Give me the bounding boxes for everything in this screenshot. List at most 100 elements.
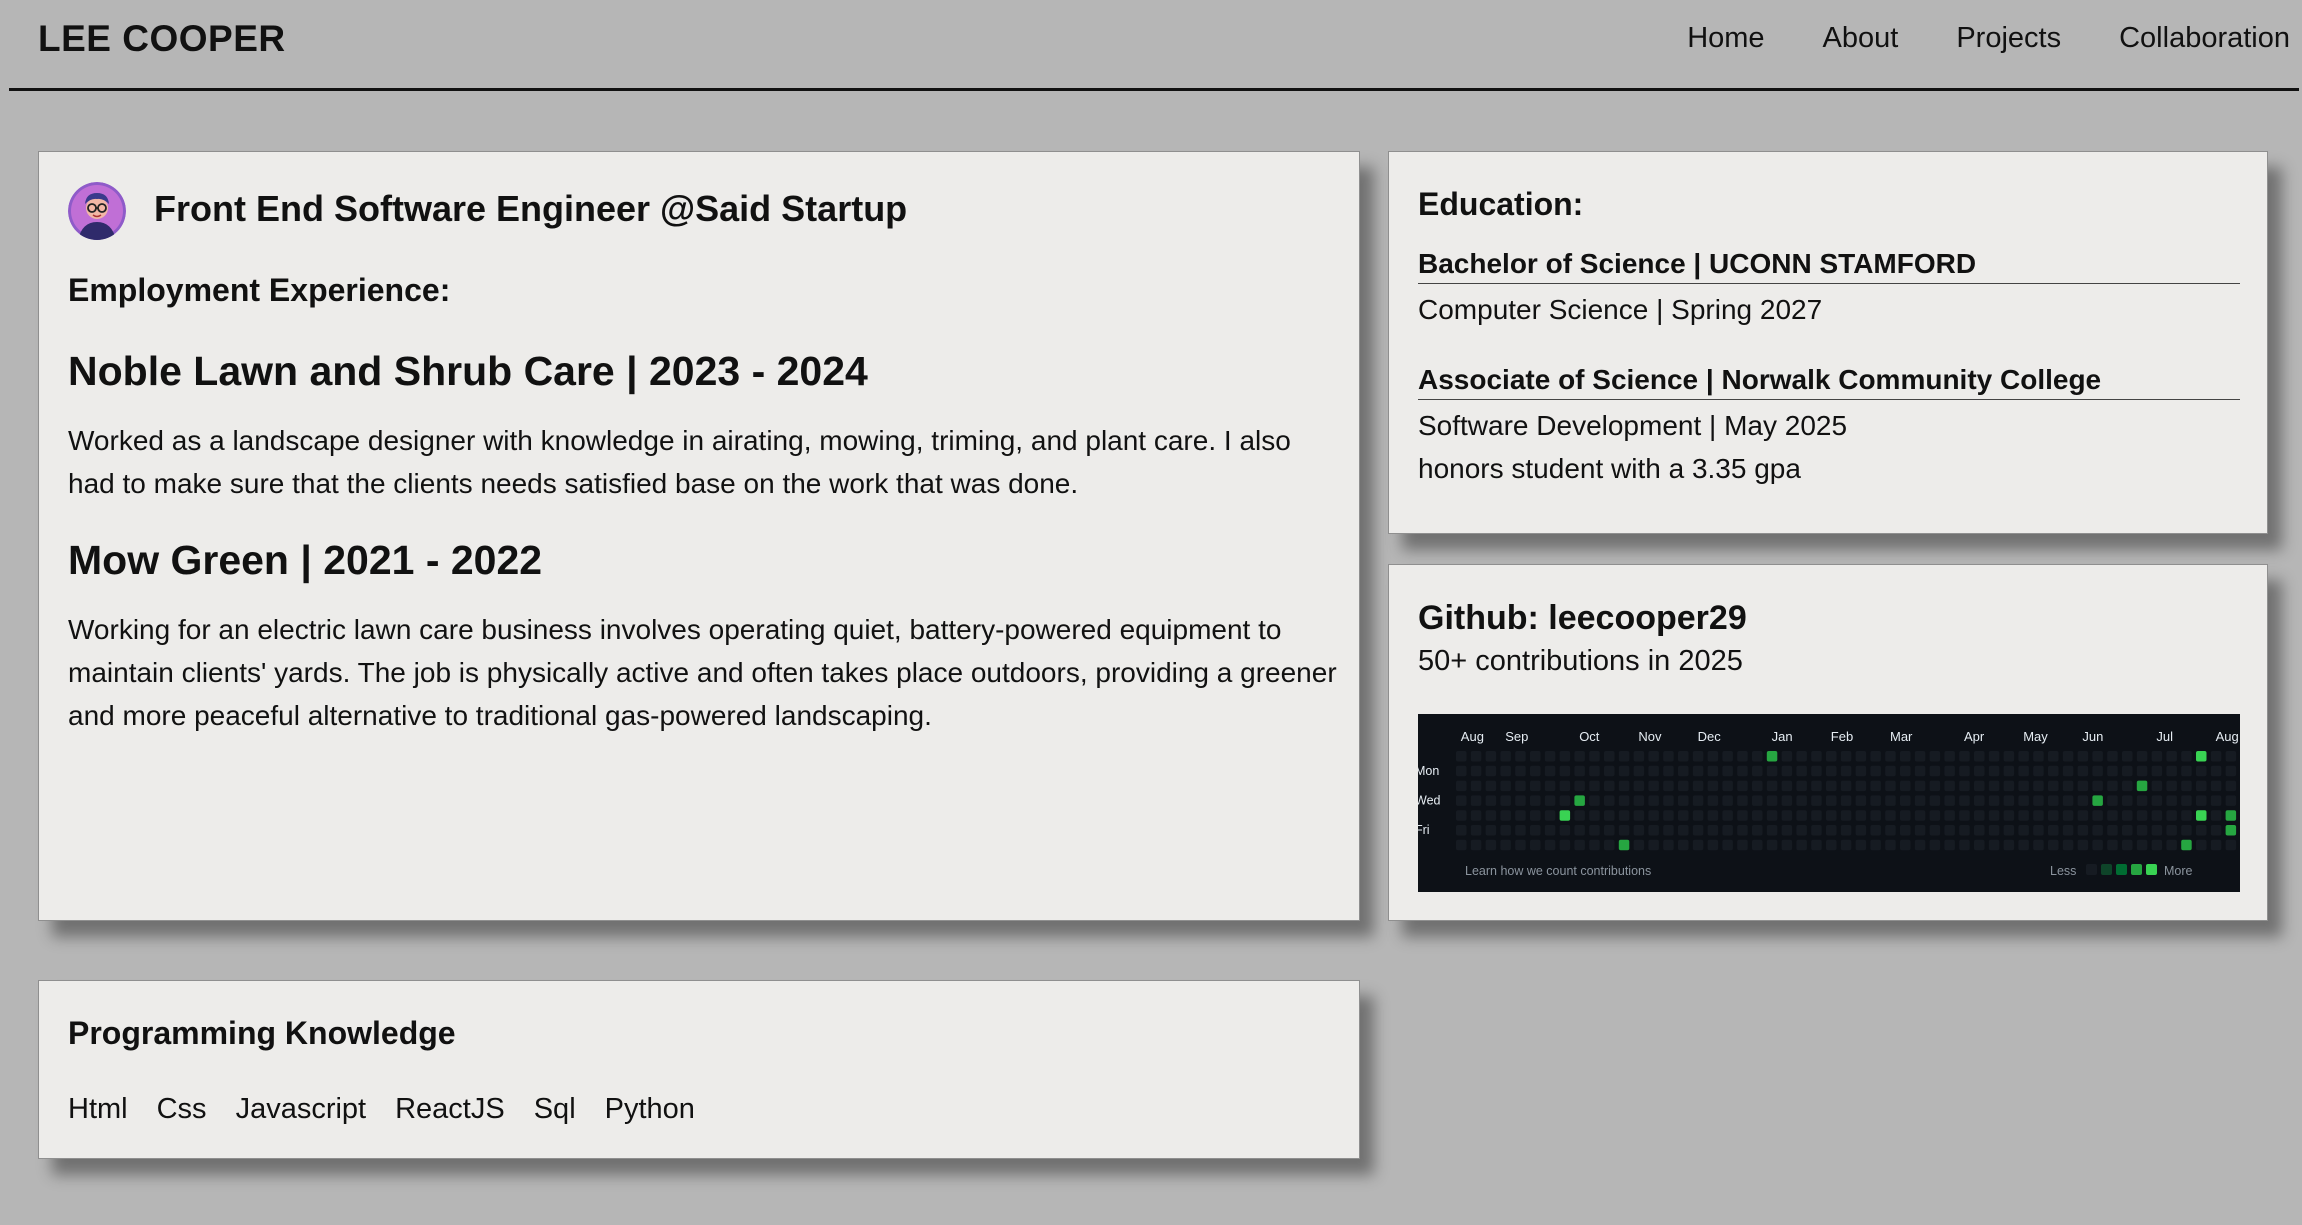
contribution-cell [1589,795,1600,806]
contribution-cell [2107,751,2118,762]
brand-logo-text[interactable]: LEE COOPER [38,18,286,60]
contribution-cell [2210,765,2222,777]
contribution-cell [2033,825,2044,836]
contribution-cell [1633,765,1645,777]
contribution-cell [1530,825,1541,836]
nav-link-collaboration[interactable]: Collaboration [2119,22,2290,55]
contribution-cell [2107,810,2118,821]
contribution-cell [1574,825,1585,836]
contribution-cell [2092,810,2103,821]
contribution-cell [1574,765,1585,777]
nav-link-about[interactable]: About [1823,22,1899,55]
contribution-cell [2077,795,2089,806]
contribution-cell [1959,810,1970,821]
contribution-cell [1781,825,1793,836]
github-username[interactable]: Github: leecooper29 [1418,599,1747,638]
contribution-cell [1870,839,1881,851]
contribution-cell [1456,765,1467,777]
day-label: Mon [1418,764,1439,778]
contribution-cell [1530,810,1541,821]
contribution-cell [1781,839,1793,851]
contribution-cell [1885,810,1896,821]
legend-swatch [2131,864,2142,875]
month-label: Apr [1964,729,1985,744]
main-nav: Home About Projects Collaboration [1687,22,2290,55]
contribution-cell [1959,795,1970,806]
contribution-cell [2048,780,2059,792]
nav-link-projects[interactable]: Projects [1956,22,2061,55]
contribution-cell [1500,780,1511,792]
contribution-cell [2033,780,2044,792]
contribution-cell [1485,780,1497,792]
contribution-cell [2077,780,2089,792]
employment-heading: Employment Experience: [68,272,451,308]
contribution-cell [1959,839,1970,851]
contribution-cell [2003,795,2015,806]
degree-associate: Associate of Science | Norwalk Community… [1418,364,2240,400]
contribution-cell [2062,751,2074,762]
contribution-cell [1589,810,1600,821]
contribution-cell [1766,825,1778,836]
contribution-cell [1914,780,1926,792]
contribution-cell [1959,825,1970,836]
contribution-cell [1870,810,1881,821]
contribution-cell [2062,825,2074,836]
contribution-cell [1811,825,1822,836]
contribution-cell [2181,795,2192,806]
contribution-cell [1663,780,1674,792]
legend-more-label: More [2164,864,2193,878]
contribution-cell [1974,810,1985,821]
contribution-cell [1737,780,1748,792]
contribution-cell [1722,751,1733,762]
contribution-cell [1456,751,1467,762]
contribution-cell [2181,839,2192,851]
contribution-cell [1766,795,1778,806]
contribution-cell [2092,825,2103,836]
contribution-cell [2003,751,2015,762]
contribution-cell [2225,765,2237,777]
contribution-cell [1574,810,1585,821]
contribution-cell [1737,765,1748,777]
contribution-cell [2122,810,2133,821]
contribution-cell [1618,751,1630,762]
contribution-graph-svg: Aug Sep Oct Nov Dec Jan Feb Mar Apr May Jun Jul Aug M… [1418,729,2239,878]
contribution-cell [1944,751,1955,762]
contribution-cell [1589,780,1600,792]
contribution-cell [1944,810,1955,821]
contribution-cell [1707,795,1719,806]
contribution-cell [1914,751,1926,762]
contribution-cell [1752,825,1763,836]
contribution-cell [2018,780,2029,792]
contribution-cell [1840,795,1852,806]
contribution-cell [2033,810,2044,821]
contribution-cell [1914,839,1926,851]
contribution-cell [2210,751,2222,762]
month-label: Jul [2156,729,2173,744]
contribution-cell [1811,795,1822,806]
contribution-graph[interactable]: Aug Sep Oct Nov Dec Jan Feb Mar Apr May Jun Jul Aug M… [1418,714,2240,892]
contribution-cell [1959,751,1970,762]
contribution-cell [1752,780,1763,792]
contribution-cell [1618,765,1630,777]
contribution-cell [1456,839,1467,851]
contribution-cell [1648,810,1659,821]
contribution-cell [1559,795,1571,806]
contribution-cell [2225,751,2237,762]
contribution-cell [1574,839,1585,851]
contribution-cell [1796,780,1807,792]
contribution-cell [1678,765,1689,777]
contribution-cell [1959,765,1970,777]
skill-python: Python [604,1093,695,1125]
contribution-cell [1559,780,1571,792]
contribution-cell [1485,795,1497,806]
contribution-cell [2033,839,2044,851]
day-label: Fri [1418,823,1430,837]
contribution-cell [2003,839,2015,851]
skill-sql: Sql [533,1093,576,1125]
contribution-cell [1663,751,1674,762]
contribution-cell [1781,795,1793,806]
contribution-cell [1840,765,1852,777]
contribution-cell [1840,780,1852,792]
contribution-cell [1574,751,1585,762]
nav-link-home[interactable]: Home [1687,22,1764,55]
